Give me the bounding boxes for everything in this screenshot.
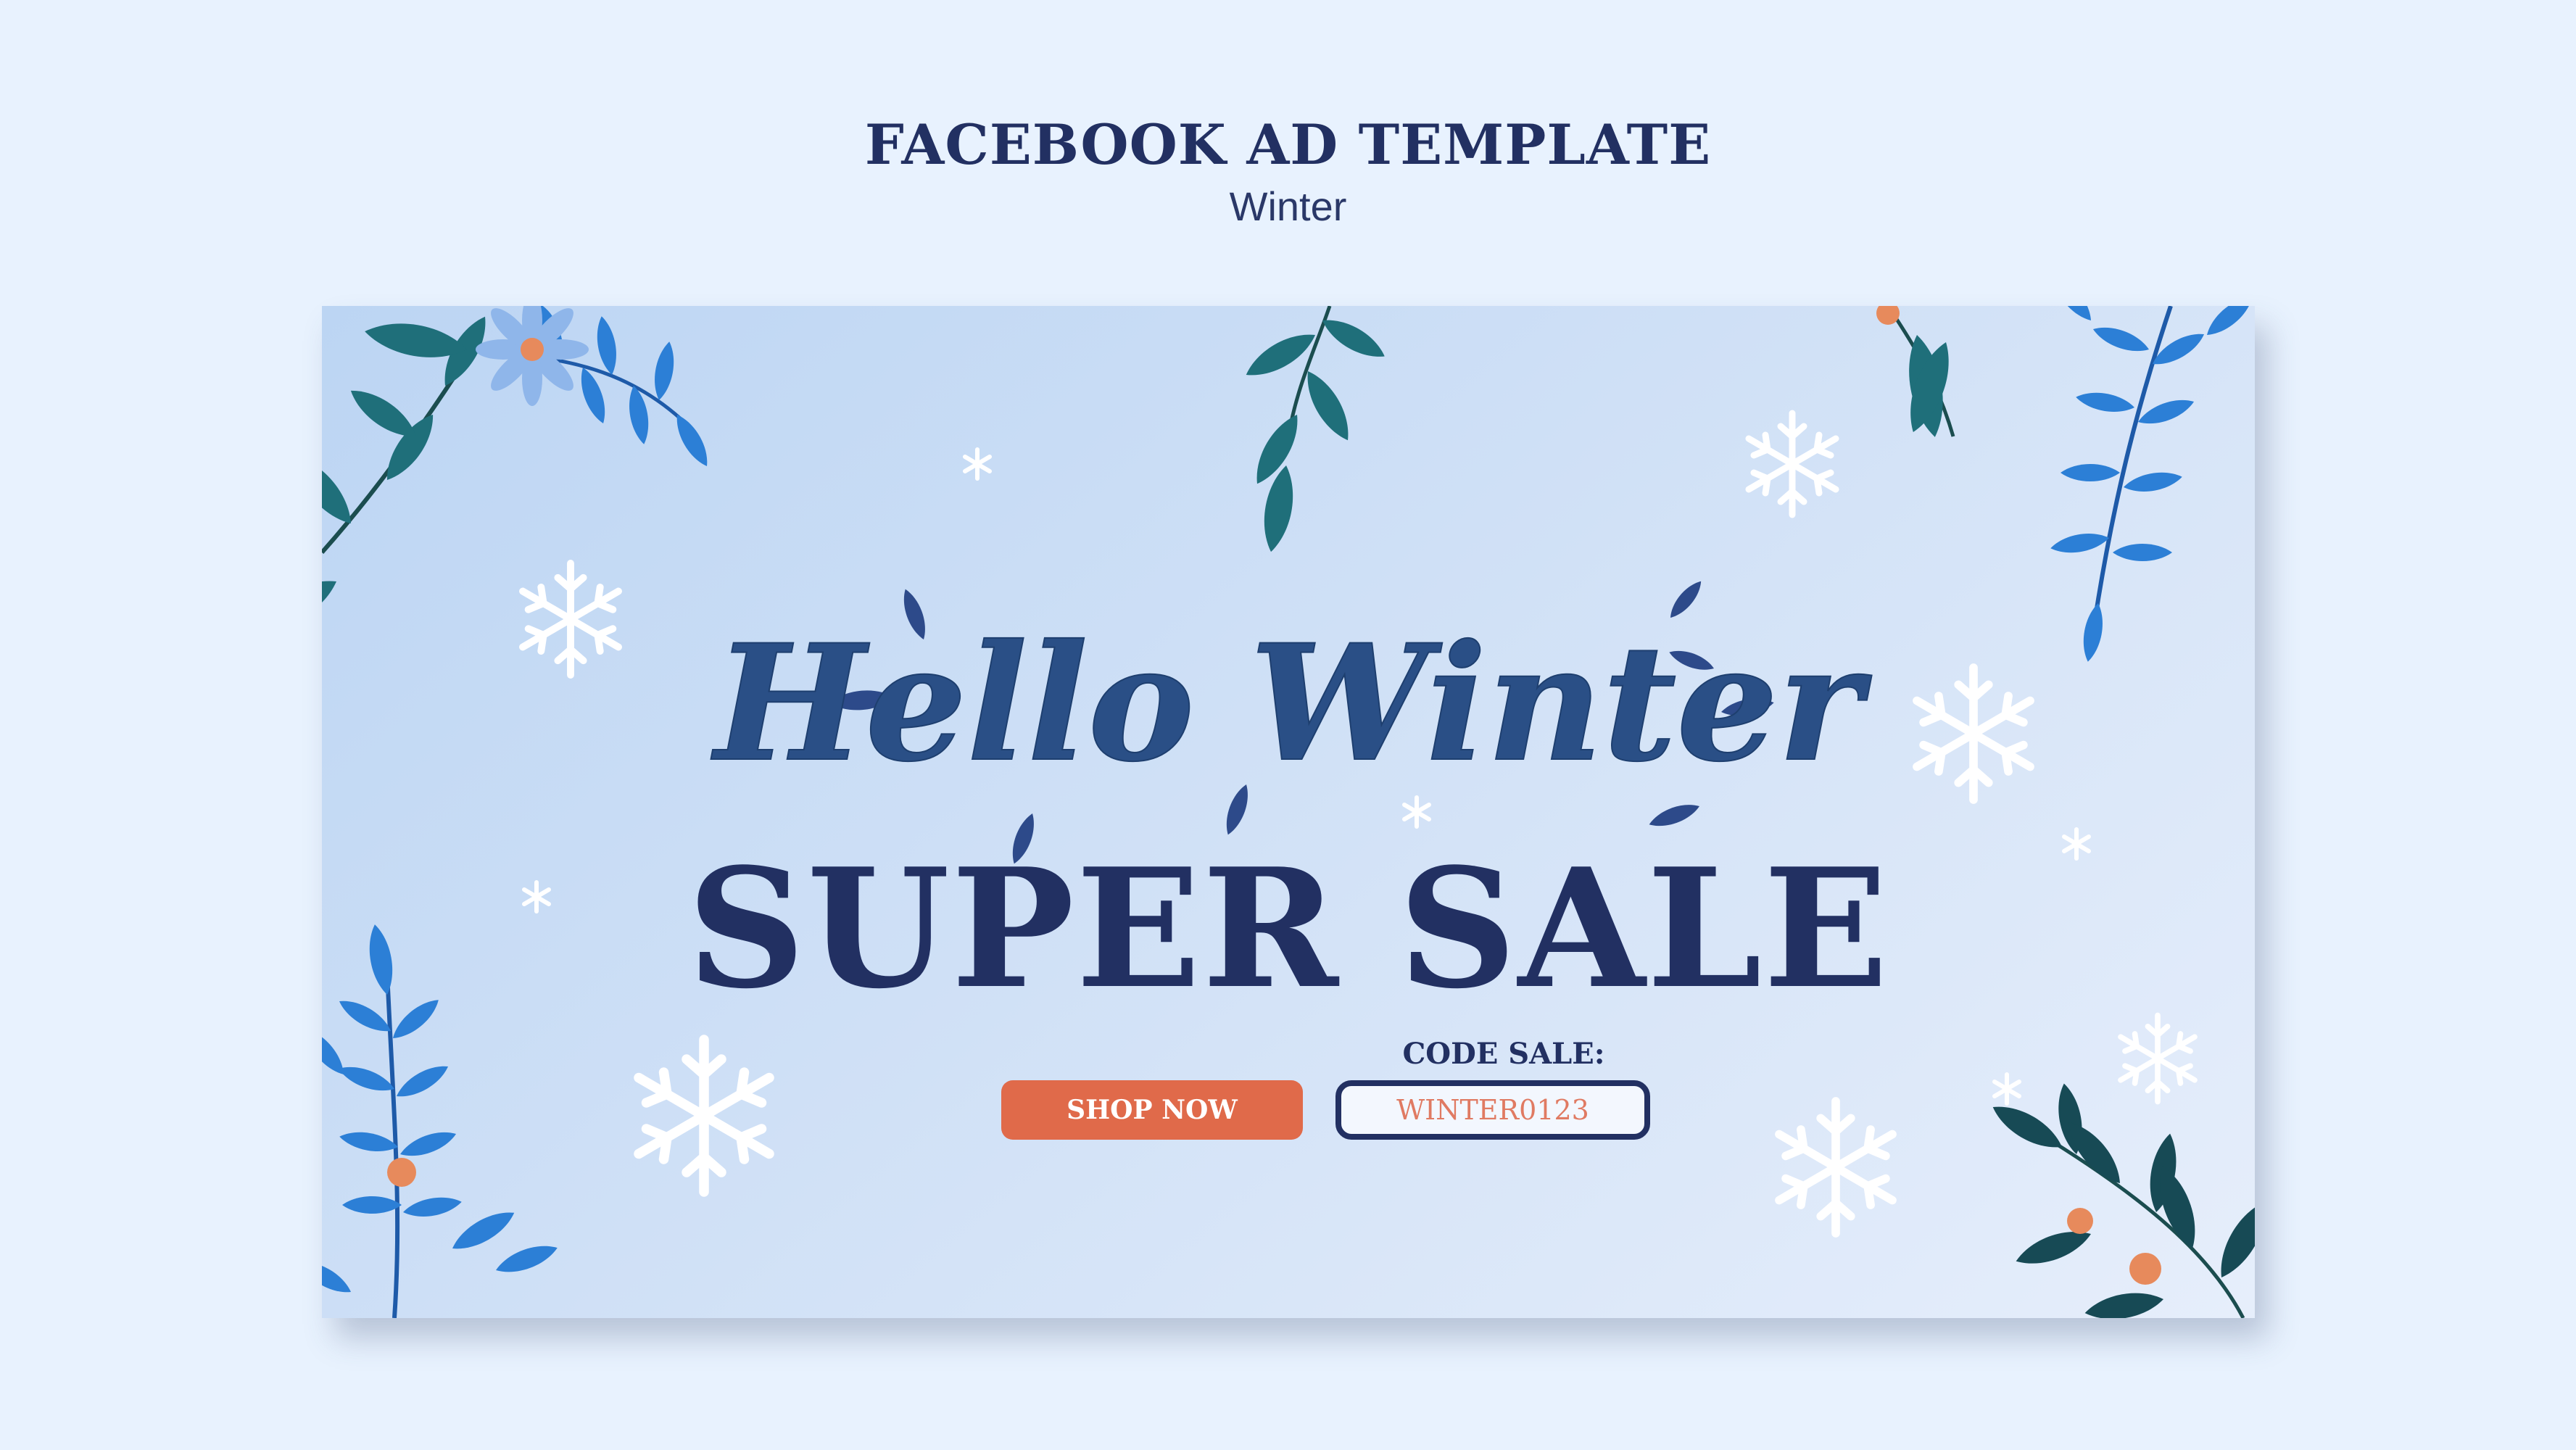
leaf-branch-icon — [1987, 1081, 2255, 1318]
promo-code-field[interactable]: WINTER0123 — [1335, 1080, 1650, 1140]
leaf-branch-icon — [1240, 306, 1391, 555]
snowflake-icon — [523, 563, 618, 675]
leaf-branch-icon — [1876, 306, 2255, 663]
page-title: FACEBOOK AD TEMPLATE — [864, 112, 1712, 177]
code-sale-label: CODE SALE: — [1402, 1037, 1605, 1071]
sparkle-icon — [1995, 1074, 2019, 1103]
banner-artwork: Hello Winter — [322, 306, 2255, 1318]
snowflake-icon — [1917, 668, 2030, 800]
page-subtitle: Winter — [1229, 183, 1347, 229]
sale-headline: SUPER SALE — [687, 833, 1890, 1025]
ad-banner: Hello Winter SUPER SALE CODE SALE: SHOP … — [322, 306, 2255, 1318]
script-headline: Hello Winter — [711, 609, 1873, 797]
snowflake-icon — [1779, 1101, 1892, 1233]
sparkle-icon — [965, 450, 990, 478]
snowflake-icon — [2121, 1016, 2195, 1102]
sparkle-icon — [1404, 798, 1429, 826]
page-header: FACEBOOK AD TEMPLATE Winter — [0, 109, 2576, 232]
snowflake-icon — [1749, 413, 1836, 515]
snowflake-icon — [639, 1040, 769, 1192]
flower-icon — [476, 306, 589, 406]
shop-now-button[interactable]: SHOP NOW — [1001, 1080, 1303, 1140]
